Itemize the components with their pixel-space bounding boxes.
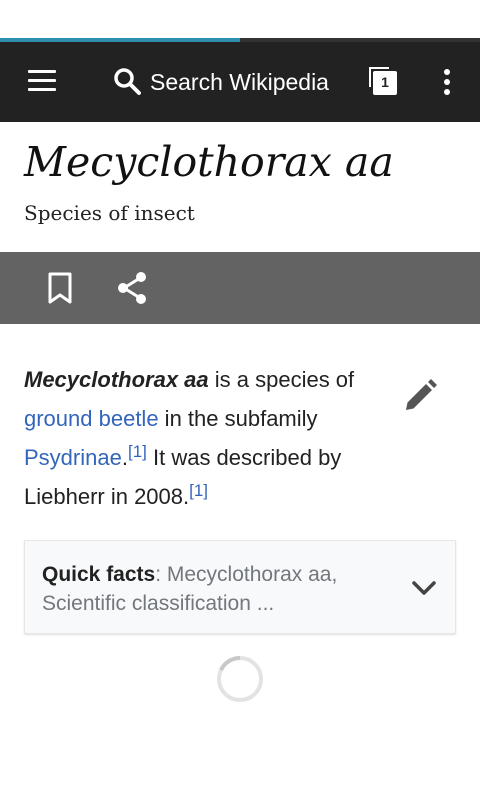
- hamburger-menu-icon: [28, 70, 56, 73]
- reference-link[interactable]: [1]: [189, 481, 208, 500]
- quick-facts-panel[interactable]: Quick facts: Mecyclothorax aa, Scientifi…: [24, 540, 456, 634]
- search-field[interactable]: Search Wikipedia: [106, 62, 346, 102]
- hamburger-menu-icon-bar: [28, 79, 56, 82]
- article-header: Mecyclothorax aa Species of insect: [0, 122, 480, 252]
- quick-facts-text: Quick facts: Mecyclothorax aa, Scientifi…: [42, 560, 382, 618]
- tabs-count: 1: [381, 74, 389, 90]
- edit-section-button[interactable]: [402, 378, 438, 414]
- paragraph-text: in the subfamily: [158, 406, 318, 431]
- article-lead-paragraph: Mecyclothorax aa is a species of ground …: [24, 360, 374, 516]
- tabs-button[interactable]: 1: [366, 64, 402, 100]
- top-toolbar: Search Wikipedia 1: [0, 42, 480, 122]
- paragraph-text: is a species of: [208, 367, 355, 392]
- ground-beetle-link[interactable]: ground beetle: [24, 406, 159, 431]
- bookmark-icon: [48, 272, 72, 304]
- more-vertical-icon: [444, 69, 450, 75]
- lead-term: Mecyclothorax aa: [24, 367, 209, 392]
- more-vertical-icon-dot: [444, 79, 450, 85]
- article-action-bar: [0, 252, 480, 324]
- page-title: Mecyclothorax aa: [24, 138, 394, 186]
- page-description: Species of insect: [24, 201, 195, 225]
- menu-button[interactable]: [22, 65, 62, 99]
- share-button[interactable]: [114, 270, 150, 306]
- quick-facts-label: Quick facts: [42, 563, 156, 586]
- overflow-menu-button[interactable]: [432, 64, 462, 100]
- status-bar: [0, 0, 480, 38]
- hamburger-menu-icon-bar: [28, 88, 56, 91]
- pencil-edit-icon: [406, 379, 437, 410]
- share-icon: [118, 272, 146, 304]
- search-placeholder: Search Wikipedia: [150, 69, 329, 95]
- more-vertical-icon-dot: [444, 89, 450, 95]
- psydrinae-link[interactable]: Psydrinae: [24, 445, 122, 470]
- reference-link[interactable]: [1]: [128, 442, 147, 461]
- chevron-down-icon[interactable]: [409, 573, 439, 603]
- bookmark-button[interactable]: [44, 270, 76, 306]
- search-icon: [114, 68, 141, 95]
- loading-spinner-icon: [217, 655, 263, 702]
